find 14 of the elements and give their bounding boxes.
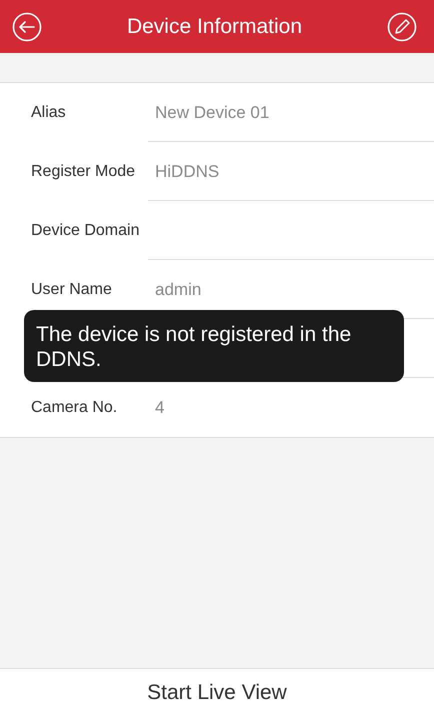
field-value[interactable]: 4 — [155, 398, 164, 418]
field-value[interactable]: admin — [155, 280, 202, 300]
field-label: Alias — [31, 104, 67, 122]
edit-icon[interactable] — [386, 12, 417, 42]
field-value[interactable]: New Device 01 — [155, 102, 270, 122]
field-label: User Name — [31, 280, 113, 298]
field-value[interactable]: HiDDNS — [155, 162, 220, 182]
field-label: Device Domain — [31, 222, 140, 240]
field-label: Camera No. — [31, 398, 118, 416]
screen-title: Device Information — [126, 14, 302, 38]
toast-message: The device is not registered in the DDNS. — [24, 310, 404, 382]
start-live-view-button[interactable]: Start Live View — [0, 668, 434, 713]
back-icon[interactable] — [12, 12, 42, 42]
field-label: Register Mode — [31, 162, 136, 180]
